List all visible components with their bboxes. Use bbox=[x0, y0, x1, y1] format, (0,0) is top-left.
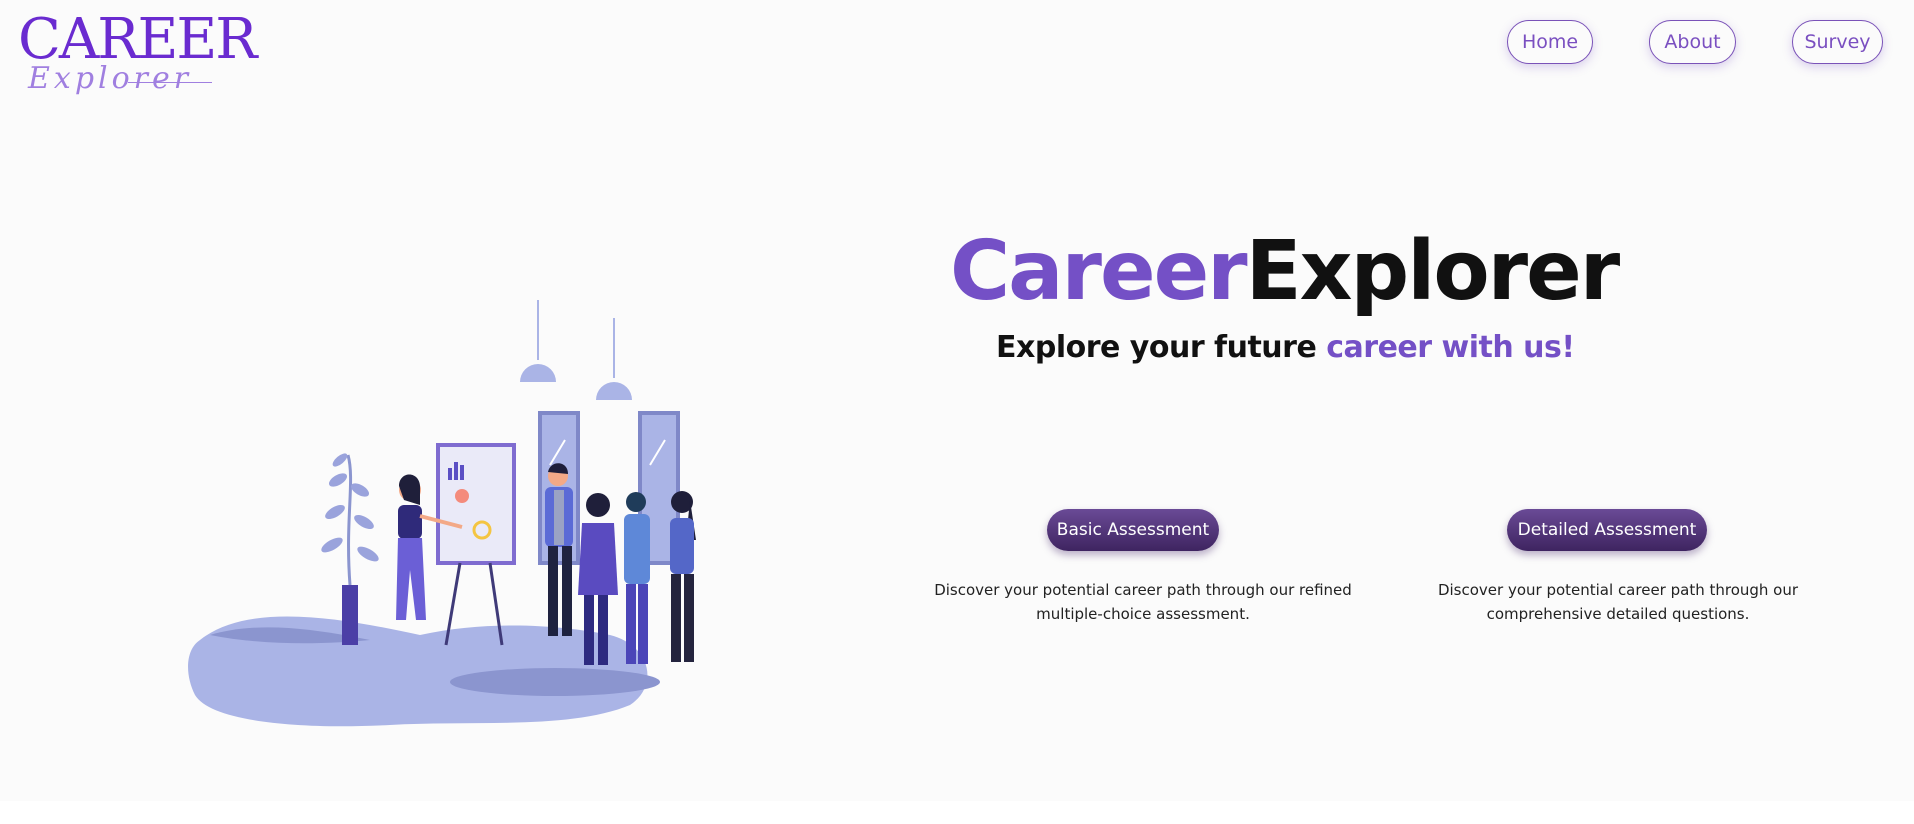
detailed-assessment-description: Discover your potential career path thro… bbox=[1437, 581, 1799, 623]
page-background: CAREER Explorer Home About Survey Career… bbox=[0, 0, 1914, 801]
nav-survey-button[interactable]: Survey bbox=[1792, 20, 1883, 64]
hero-title-explorer: Explorer bbox=[1245, 224, 1621, 319]
nav-home-button[interactable]: Home bbox=[1507, 20, 1593, 64]
basic-assessment-button[interactable]: Basic Assessment bbox=[1047, 509, 1219, 551]
hero-subtitle: Explore your future career with us! bbox=[996, 328, 1575, 368]
logo[interactable]: CAREER Explorer bbox=[18, 10, 257, 98]
group-shadow bbox=[450, 668, 660, 696]
hero-title-career: Career bbox=[950, 224, 1248, 319]
presenter-body bbox=[398, 505, 422, 539]
hero-title: CareerExplorer bbox=[950, 222, 1621, 322]
logo-script-text: Explorer bbox=[28, 61, 193, 96]
lamp-right bbox=[596, 382, 632, 400]
woman-purple-head bbox=[586, 493, 610, 517]
hero-subtitle-part2: career with us! bbox=[1326, 330, 1575, 365]
basic-assessment-description: Discover your potential career path thro… bbox=[934, 581, 1352, 623]
plant-vase bbox=[342, 585, 358, 645]
lamp-left bbox=[520, 364, 556, 382]
team-presentation-illustration bbox=[188, 300, 696, 727]
man-blue-head bbox=[626, 492, 646, 512]
presentation-board bbox=[436, 443, 516, 565]
hero-subtitle-part1: Explore your future bbox=[996, 330, 1327, 365]
logo-underline bbox=[128, 82, 212, 83]
detailed-assessment-button[interactable]: Detailed Assessment bbox=[1507, 509, 1707, 551]
nav-about-button[interactable]: About bbox=[1649, 20, 1736, 64]
